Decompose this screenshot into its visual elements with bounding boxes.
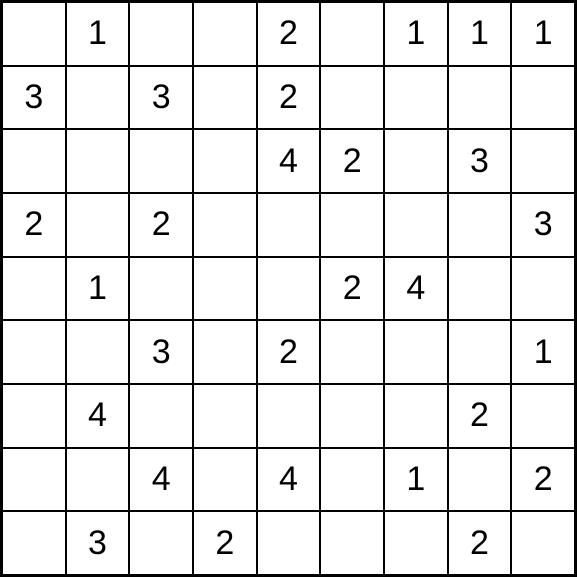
cell-1-3[interactable]: [193, 66, 257, 130]
cell-1-1[interactable]: [66, 66, 130, 130]
cell-0-1[interactable]: 1: [66, 2, 130, 66]
cell-2-8[interactable]: [511, 129, 575, 193]
cell-4-2[interactable]: [129, 257, 193, 321]
cell-4-4[interactable]: [257, 257, 321, 321]
cell-7-0[interactable]: [2, 448, 66, 512]
cell-7-8[interactable]: 2: [511, 448, 575, 512]
cell-8-3[interactable]: 2: [193, 511, 257, 575]
cell-0-6[interactable]: 1: [384, 2, 448, 66]
cell-5-5[interactable]: [320, 320, 384, 384]
cell-2-1[interactable]: [66, 129, 130, 193]
cell-3-5[interactable]: [320, 193, 384, 257]
cell-1-7[interactable]: [448, 66, 512, 130]
cell-4-3[interactable]: [193, 257, 257, 321]
cell-3-7[interactable]: [448, 193, 512, 257]
cell-6-6[interactable]: [384, 384, 448, 448]
cell-8-8[interactable]: [511, 511, 575, 575]
cell-7-4[interactable]: 4: [257, 448, 321, 512]
cell-5-3[interactable]: [193, 320, 257, 384]
cell-3-4[interactable]: [257, 193, 321, 257]
cell-1-4[interactable]: 2: [257, 66, 321, 130]
cell-2-0[interactable]: [2, 129, 66, 193]
cell-7-7[interactable]: [448, 448, 512, 512]
cell-4-7[interactable]: [448, 257, 512, 321]
cell-4-8[interactable]: [511, 257, 575, 321]
cell-6-3[interactable]: [193, 384, 257, 448]
cell-5-4[interactable]: 2: [257, 320, 321, 384]
cell-4-1[interactable]: 1: [66, 257, 130, 321]
cell-6-7[interactable]: 2: [448, 384, 512, 448]
cell-2-5[interactable]: 2: [320, 129, 384, 193]
cell-7-3[interactable]: [193, 448, 257, 512]
cell-5-6[interactable]: [384, 320, 448, 384]
cell-5-0[interactable]: [2, 320, 66, 384]
cell-2-6[interactable]: [384, 129, 448, 193]
cell-3-0[interactable]: 2: [2, 193, 66, 257]
cell-1-8[interactable]: [511, 66, 575, 130]
cell-3-1[interactable]: [66, 193, 130, 257]
cell-0-0[interactable]: [2, 2, 66, 66]
cell-6-8[interactable]: [511, 384, 575, 448]
cell-7-5[interactable]: [320, 448, 384, 512]
cell-8-7[interactable]: 2: [448, 511, 512, 575]
cell-3-8[interactable]: 3: [511, 193, 575, 257]
cell-1-6[interactable]: [384, 66, 448, 130]
cell-7-1[interactable]: [66, 448, 130, 512]
cell-0-3[interactable]: [193, 2, 257, 66]
cell-6-0[interactable]: [2, 384, 66, 448]
cell-0-4[interactable]: 2: [257, 2, 321, 66]
cell-8-5[interactable]: [320, 511, 384, 575]
cell-0-5[interactable]: [320, 2, 384, 66]
cell-7-2[interactable]: 4: [129, 448, 193, 512]
cell-6-5[interactable]: [320, 384, 384, 448]
cell-8-6[interactable]: [384, 511, 448, 575]
cell-0-2[interactable]: [129, 2, 193, 66]
cell-4-5[interactable]: 2: [320, 257, 384, 321]
puzzle-grid: 1 2 1 1 1 3 3 2 4 2 3 2 2 3 1 2 4 3 2 1 …: [0, 0, 577, 577]
cell-5-8[interactable]: 1: [511, 320, 575, 384]
cell-3-6[interactable]: [384, 193, 448, 257]
cell-1-5[interactable]: [320, 66, 384, 130]
cell-0-8[interactable]: 1: [511, 2, 575, 66]
cell-8-0[interactable]: [2, 511, 66, 575]
cell-0-7[interactable]: 1: [448, 2, 512, 66]
cell-5-7[interactable]: [448, 320, 512, 384]
cell-5-2[interactable]: 3: [129, 320, 193, 384]
cell-3-3[interactable]: [193, 193, 257, 257]
cell-8-2[interactable]: [129, 511, 193, 575]
cell-2-3[interactable]: [193, 129, 257, 193]
cell-6-4[interactable]: [257, 384, 321, 448]
cell-8-1[interactable]: 3: [66, 511, 130, 575]
cell-2-4[interactable]: 4: [257, 129, 321, 193]
cell-7-6[interactable]: 1: [384, 448, 448, 512]
cell-2-2[interactable]: [129, 129, 193, 193]
cell-1-0[interactable]: 3: [2, 66, 66, 130]
cell-4-6[interactable]: 4: [384, 257, 448, 321]
cell-5-1[interactable]: [66, 320, 130, 384]
cell-3-2[interactable]: 2: [129, 193, 193, 257]
cell-6-2[interactable]: [129, 384, 193, 448]
cell-4-0[interactable]: [2, 257, 66, 321]
cell-8-4[interactable]: [257, 511, 321, 575]
cell-2-7[interactable]: 3: [448, 129, 512, 193]
cell-1-2[interactable]: 3: [129, 66, 193, 130]
cell-6-1[interactable]: 4: [66, 384, 130, 448]
